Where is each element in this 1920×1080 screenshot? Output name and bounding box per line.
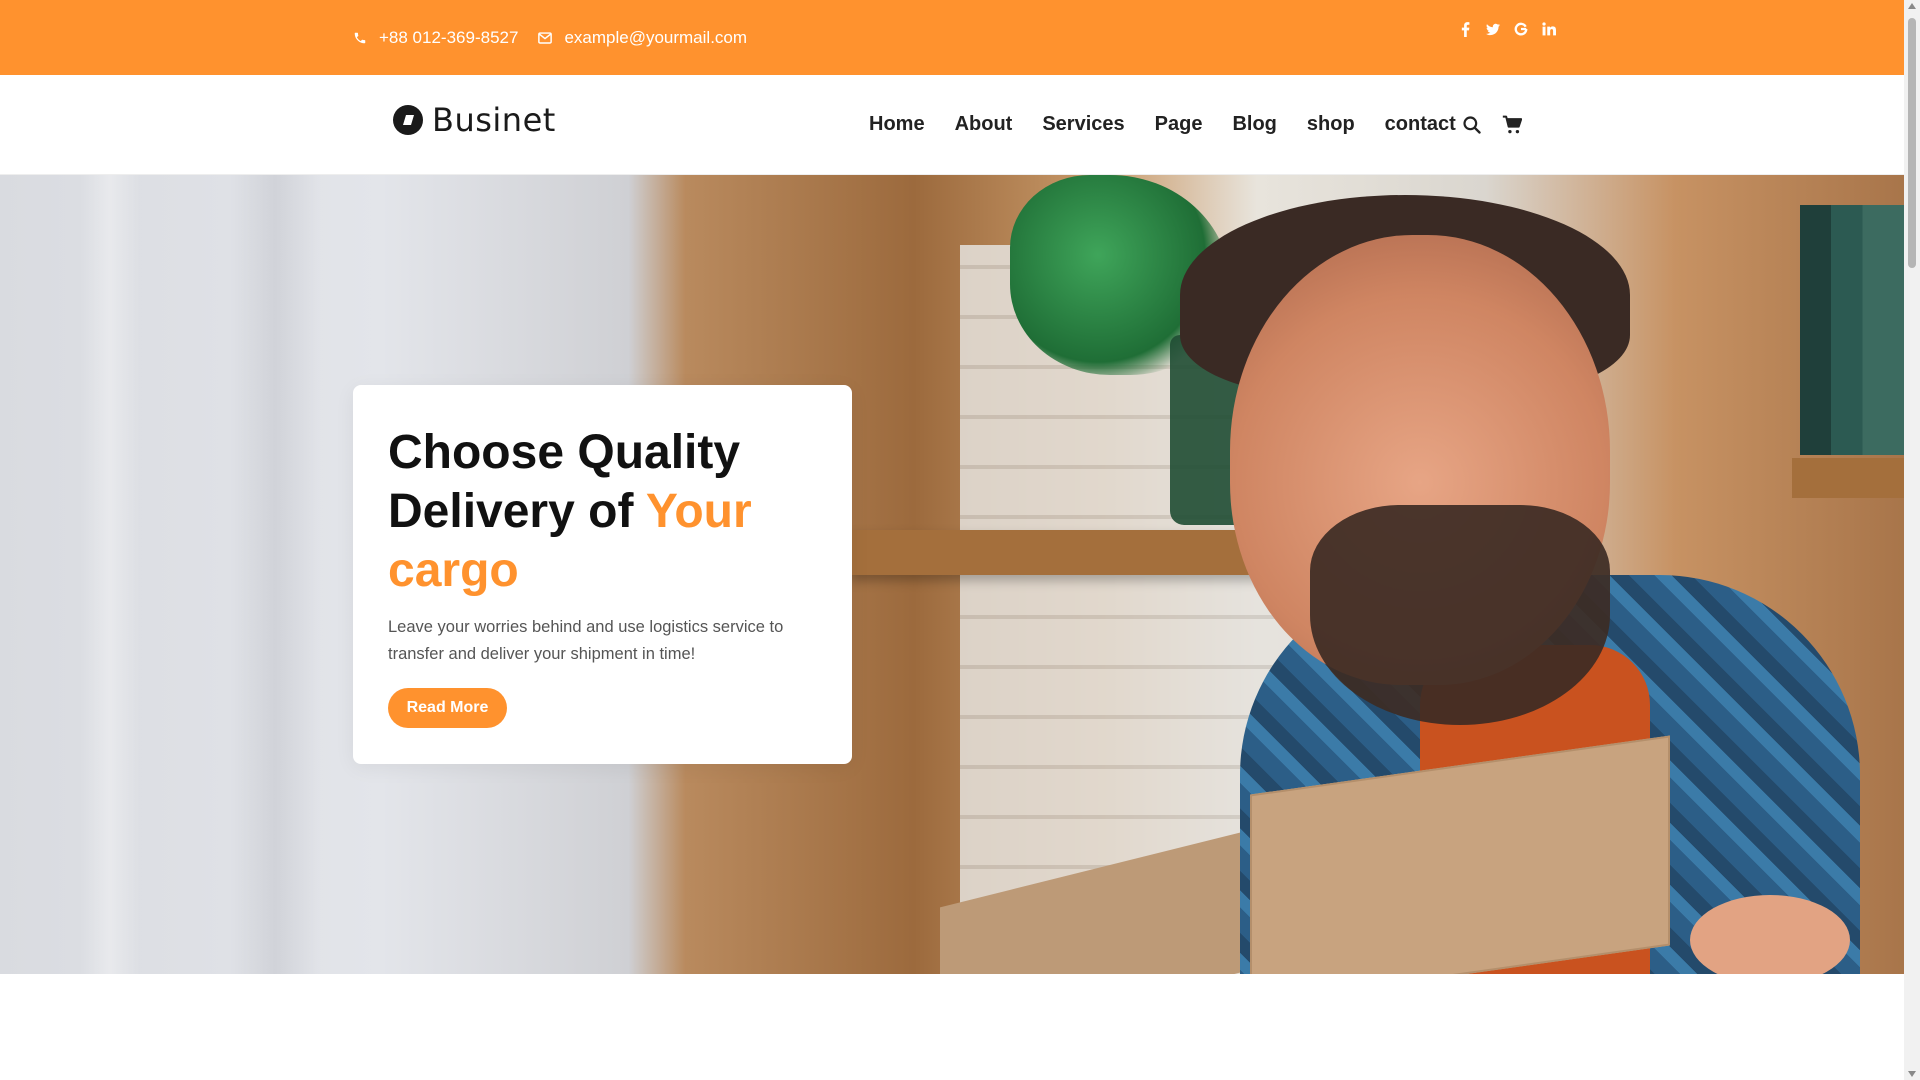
page-scrollbar[interactable] [1904, 0, 1920, 1080]
hero-description: Leave your worries behind and use logist… [388, 618, 784, 663]
shelf [850, 530, 1270, 575]
twitter-icon[interactable] [1486, 20, 1500, 38]
hero-title-accent: Your [645, 485, 752, 538]
site-header: Businet Home About Services Page Blog sh… [0, 75, 1904, 175]
linkedin-icon[interactable] [1542, 20, 1556, 38]
nav-contact[interactable]: contact [1385, 113, 1456, 136]
main-nav: Home About Services Page Blog shop conta… [869, 113, 1486, 136]
nav-shop[interactable]: shop [1307, 113, 1355, 136]
phone-icon [353, 31, 367, 45]
scroll-up-icon[interactable] [1908, 3, 1916, 9]
phone-number[interactable]: +88 012-369-8527 [379, 28, 518, 48]
mail-icon [538, 31, 553, 45]
hero-title-line1: Choose Quality [388, 426, 741, 479]
email-address[interactable]: example@yourmail.com [564, 28, 747, 48]
books [1800, 205, 1904, 455]
hero-title-line3: cargo [388, 544, 519, 597]
header-tools [1462, 115, 1522, 135]
social-links [1458, 20, 1556, 38]
nav-services[interactable]: Services [1042, 113, 1124, 136]
logo-mark-icon [392, 104, 424, 136]
hero-banner [0, 175, 1904, 974]
phone-item[interactable]: +88 012-369-8527 [353, 28, 518, 48]
nav-about[interactable]: About [955, 113, 1013, 136]
nav-home[interactable]: Home [869, 113, 925, 136]
facebook-icon[interactable] [1458, 20, 1472, 38]
nav-page[interactable]: Page [1155, 113, 1203, 136]
top-bar: +88 012-369-8527 example@yourmail.com [0, 0, 1904, 75]
hero-title: Choose Quality Delivery of Your cargo [388, 423, 828, 600]
scroll-down-icon[interactable] [1908, 1071, 1916, 1077]
hero-card: Choose Quality Delivery of Your cargo Le… [353, 385, 852, 764]
scrollbar-thumb[interactable] [1908, 18, 1916, 268]
read-more-button[interactable]: Read More [388, 688, 507, 728]
email-item[interactable]: example@yourmail.com [538, 28, 747, 48]
google-icon[interactable] [1514, 20, 1528, 38]
contact-info: +88 012-369-8527 example@yourmail.com [353, 0, 757, 75]
brand-logo[interactable]: Businet [392, 101, 556, 139]
hero-title-line2: Delivery of [388, 485, 634, 538]
brand-name: Businet [432, 101, 556, 139]
nav-blog[interactable]: Blog [1232, 113, 1276, 136]
search-icon[interactable] [1462, 115, 1482, 135]
cart-icon[interactable] [1502, 115, 1522, 135]
